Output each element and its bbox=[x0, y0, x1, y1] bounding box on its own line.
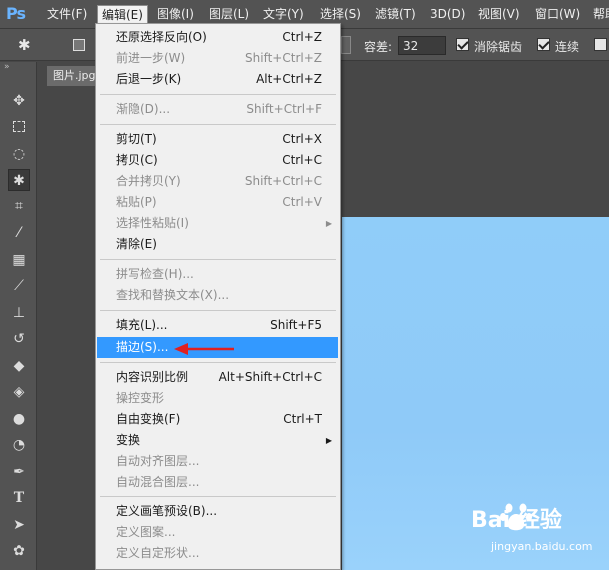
clone-stamp-tool-icon[interactable]: ⊥ bbox=[8, 302, 30, 324]
menu-item-fill[interactable]: 填充(L)... Shift+F5 bbox=[98, 315, 338, 336]
menu-item-auto-blend-layers: 自动混合图层... bbox=[116, 475, 200, 489]
antialias-label: 消除锯齿 bbox=[474, 40, 523, 54]
menu-item-define-custom-shape: 定义自定形状... bbox=[116, 546, 200, 560]
menu-image[interactable]: 图像(I) bbox=[153, 5, 198, 24]
menu-3d[interactable]: 3D(D) bbox=[426, 5, 469, 24]
menu-item-define-pattern: 定义图案... bbox=[116, 525, 176, 539]
menu-item-transform[interactable]: 变换 ▶ bbox=[98, 430, 338, 451]
menu-window[interactable]: 窗口(W) bbox=[531, 5, 584, 24]
menu-layer[interactable]: 图层(L) bbox=[205, 5, 253, 24]
menu-item-find-replace: 查找和替换文本(X)... bbox=[116, 288, 230, 302]
menu-item-define-brush[interactable]: 定义画笔预设(B)... bbox=[98, 501, 338, 522]
submenu-arrow-icon: ▶ bbox=[325, 219, 332, 228]
edit-menu-dropdown: 还原选择反向(O) Ctrl+Z 前进一步(W) Shift+Ctrl+Z 后退一步… bbox=[95, 23, 341, 570]
watermark-url: jingyan.baidu.com bbox=[491, 540, 593, 553]
menu-separator bbox=[100, 124, 336, 125]
crop-tool-icon[interactable]: ⌗ bbox=[8, 195, 30, 217]
lasso-tool-icon[interactable]: ◌ bbox=[8, 143, 30, 165]
submenu-arrow-icon: ▶ bbox=[325, 436, 332, 445]
move-tool-icon[interactable]: ✥ bbox=[8, 90, 30, 112]
menu-item-content-aware-scale[interactable]: 内容识别比例 Alt+Shift+Ctrl+C bbox=[98, 367, 338, 388]
menu-edit[interactable]: 编辑(E) bbox=[97, 5, 148, 24]
history-brush-tool-icon[interactable]: ↺ bbox=[8, 328, 30, 350]
tools-panel: » ✥ ◌ ✱ ⌗ ⁄ ▦ ⟋ ⊥ ↺ ◆ ◈ ● ◔ ✒ T ➤ ✿ bbox=[0, 62, 37, 570]
menu-item-paste: 粘贴(P) Ctrl+V bbox=[116, 195, 322, 209]
blur-tool-icon[interactable]: ● bbox=[8, 408, 30, 430]
menu-item-clear[interactable]: 清除(E) bbox=[98, 234, 338, 255]
menu-item-step-backward[interactable]: 后退一步(K) Alt+Ctrl+Z bbox=[98, 69, 338, 90]
magic-wand-tool-icon[interactable]: ✱ bbox=[8, 169, 30, 191]
antialias-checkbox[interactable] bbox=[456, 38, 469, 51]
menu-item-check-spelling: 拼写检查(H)... bbox=[116, 267, 194, 281]
magic-wand-preset-icon[interactable]: ✱ bbox=[18, 36, 40, 54]
contiguous-checkbox[interactable] bbox=[537, 38, 550, 51]
menu-item-copy-merged: 合并拷贝(Y) Shift+Ctrl+C bbox=[116, 174, 322, 188]
menu-view[interactable]: 视图(V) bbox=[474, 5, 524, 24]
pen-tool-icon[interactable]: ✒ bbox=[8, 461, 30, 483]
menu-help[interactable]: 帮助(H) bbox=[589, 5, 609, 24]
tolerance-input[interactable] bbox=[398, 36, 446, 55]
paint-bucket-tool-icon[interactable]: ◈ bbox=[8, 381, 30, 403]
menu-item-undo[interactable]: 还原选择反向(O) Ctrl+Z bbox=[98, 27, 338, 48]
path-selection-tool-icon[interactable]: ➤ bbox=[8, 514, 30, 536]
tolerance-label: 容差: bbox=[364, 40, 393, 54]
dodge-tool-icon[interactable]: ◔ bbox=[8, 434, 30, 456]
eyedropper-tool-icon[interactable]: ⁄ bbox=[8, 222, 30, 244]
menu-item-paste-special: 选择性粘贴(I) ▶ bbox=[98, 213, 338, 234]
options-divider bbox=[341, 36, 351, 54]
eraser-tool-icon[interactable]: ◆ bbox=[8, 355, 30, 377]
menu-item-auto-align-layers: 自动对齐图层... bbox=[116, 454, 200, 468]
healing-brush-tool-icon[interactable]: ▦ bbox=[8, 249, 30, 271]
menu-item-cut[interactable]: 剪切(T) Ctrl+X bbox=[98, 129, 338, 150]
menu-separator bbox=[100, 94, 336, 95]
brush-tool-icon[interactable]: ⟋ bbox=[8, 275, 30, 297]
baidu-watermark: Bai 经验 jingyan.baidu.com bbox=[441, 498, 609, 570]
annotation-arrow-icon bbox=[174, 343, 234, 355]
sample-all-layers-checkbox[interactable] bbox=[594, 38, 607, 51]
menu-separator bbox=[100, 310, 336, 311]
shape-tool-icon[interactable]: ✿ bbox=[8, 540, 30, 562]
menu-separator bbox=[100, 259, 336, 260]
menu-filter[interactable]: 滤镜(T) bbox=[371, 5, 420, 24]
menu-select[interactable]: 选择(S) bbox=[316, 5, 365, 24]
menu-separator bbox=[100, 362, 336, 363]
selection-mode-new-icon[interactable] bbox=[73, 39, 85, 51]
menu-item-free-transform[interactable]: 自由变换(F) Ctrl+T bbox=[98, 409, 338, 430]
marquee-tool-icon[interactable] bbox=[8, 116, 30, 138]
menu-separator bbox=[100, 496, 336, 497]
menu-item-fade: 渐隐(D)... Shift+Ctrl+F bbox=[116, 102, 322, 116]
photoshop-logo: Ps bbox=[6, 4, 26, 23]
menu-item-copy[interactable]: 拷贝(C) Ctrl+C bbox=[98, 150, 338, 171]
menu-type[interactable]: 文字(Y) bbox=[259, 5, 308, 24]
type-tool-icon[interactable]: T bbox=[8, 487, 30, 509]
menu-file[interactable]: 文件(F) bbox=[43, 5, 91, 24]
contiguous-label: 连续 bbox=[555, 40, 580, 54]
panel-collapse-icon[interactable]: » bbox=[4, 62, 10, 72]
menu-item-step-forward: 前进一步(W) Shift+Ctrl+Z bbox=[116, 51, 322, 65]
menu-item-puppet-warp: 操控变形 bbox=[116, 391, 165, 405]
watermark-brand: Bai 经验 bbox=[471, 508, 562, 533]
